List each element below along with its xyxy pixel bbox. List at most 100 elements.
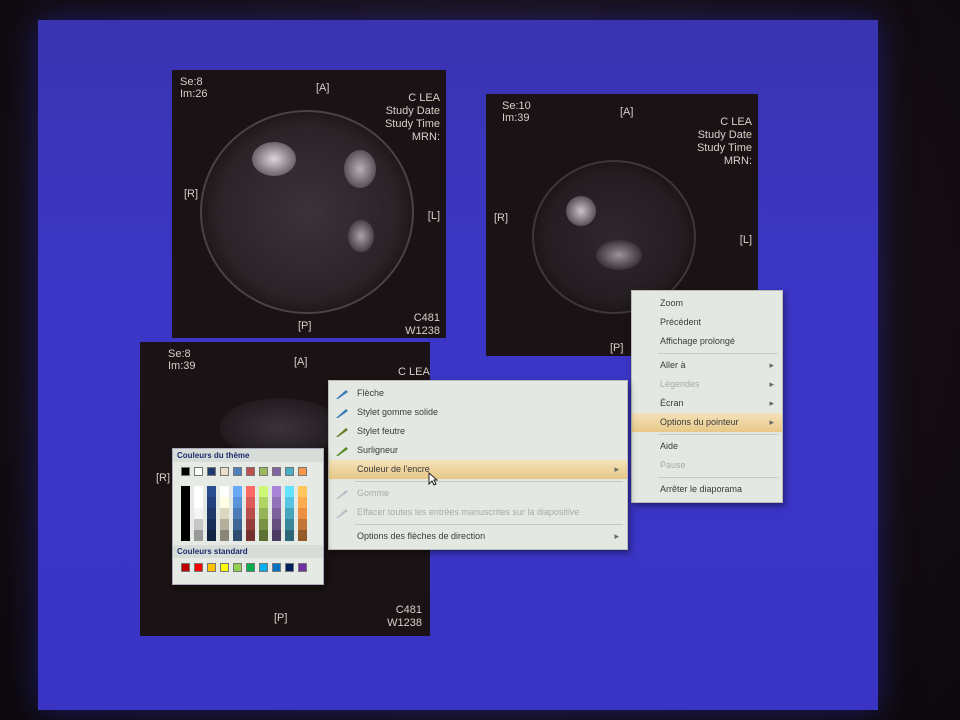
color-swatch[interactable] (246, 530, 255, 541)
menu-item-aide[interactable]: Aide (632, 437, 782, 456)
color-swatch[interactable] (259, 467, 268, 476)
color-swatch[interactable] (181, 519, 190, 530)
color-swatch[interactable] (246, 563, 255, 572)
color-swatch[interactable] (220, 497, 229, 508)
menu-item-fleche[interactable]: Flèche (329, 384, 627, 403)
color-swatch[interactable] (194, 486, 203, 497)
color-swatch[interactable] (207, 497, 216, 508)
color-swatch[interactable] (272, 486, 281, 497)
image-label: Im:39 (502, 112, 530, 124)
color-swatch[interactable] (298, 486, 307, 497)
menu-item-surligneur[interactable]: Surligneur (329, 441, 627, 460)
color-swatch[interactable] (233, 519, 242, 530)
color-swatch[interactable] (259, 508, 268, 519)
pointer-options-submenu: Flèche Stylet gomme solide Stylet feutre Su… (328, 380, 628, 550)
color-swatch[interactable] (181, 563, 190, 572)
color-swatch[interactable] (194, 563, 203, 572)
color-swatch[interactable] (246, 519, 255, 530)
menu-item-options-du-pointeur[interactable]: Options du pointeur ▸ (632, 413, 782, 432)
color-swatch[interactable] (285, 530, 294, 541)
color-swatch[interactable] (272, 497, 281, 508)
color-swatch[interactable] (285, 519, 294, 530)
color-swatch[interactable] (259, 486, 268, 497)
color-swatch[interactable] (207, 563, 216, 572)
menu-item-effacer-toutes-les-entrees-manuscrites-s: Effacer toutes les entrées manuscrites s… (329, 503, 627, 522)
color-swatch[interactable] (233, 563, 242, 572)
menu-item-zoom[interactable]: Zoom (632, 294, 782, 313)
color-swatch[interactable] (259, 563, 268, 572)
menu-item-precedent[interactable]: Précédent (632, 313, 782, 332)
menu-item-arreter-le-diaporama[interactable]: Arrêter le diaporama (632, 480, 782, 499)
highlighter-icon (335, 445, 349, 456)
color-swatch[interactable] (181, 508, 190, 519)
color-swatch[interactable] (233, 530, 242, 541)
menu-item-aller-a[interactable]: Aller à ▸ (632, 356, 782, 375)
color-swatch[interactable] (207, 467, 216, 476)
color-swatch[interactable] (285, 486, 294, 497)
menu-item-label: Options des flèches de direction (357, 531, 486, 541)
color-swatch[interactable] (233, 497, 242, 508)
color-swatch[interactable] (194, 508, 203, 519)
standard-colors-title: Couleurs standard (173, 545, 323, 558)
color-swatch[interactable] (181, 497, 190, 508)
color-swatch[interactable] (285, 467, 294, 476)
color-swatch[interactable] (246, 486, 255, 497)
color-swatch[interactable] (298, 467, 307, 476)
color-swatch[interactable] (233, 508, 242, 519)
menu-item-stylet-gomme-solide[interactable]: Stylet gomme solide (329, 403, 627, 422)
color-swatch[interactable] (194, 467, 203, 476)
menu-item-ecran[interactable]: Écran ▸ (632, 394, 782, 413)
color-swatch[interactable] (285, 497, 294, 508)
color-swatch[interactable] (233, 467, 242, 476)
color-swatch[interactable] (181, 467, 190, 476)
color-swatch[interactable] (220, 519, 229, 530)
menu-item-options-des-fleches-de-direction[interactable]: Options des flèches de direction ▸ (329, 527, 627, 546)
color-swatch[interactable] (272, 519, 281, 530)
menu-item-couleur-de-l-encre[interactable]: Couleur de l'encre ▸ (329, 460, 627, 479)
color-swatch[interactable] (272, 530, 281, 541)
color-swatch[interactable] (246, 467, 255, 476)
color-swatch[interactable] (233, 486, 242, 497)
color-swatch[interactable] (207, 486, 216, 497)
color-swatch[interactable] (181, 486, 190, 497)
color-swatch[interactable] (246, 508, 255, 519)
color-swatch[interactable] (220, 563, 229, 572)
window-level: C481 W1238 (405, 312, 440, 337)
menu-item-gomme: Gomme (329, 484, 627, 503)
color-swatch[interactable] (207, 519, 216, 530)
menu-item-label: Effacer toutes les entrées manuscrites s… (357, 507, 580, 517)
color-swatch[interactable] (194, 530, 203, 541)
color-swatch[interactable] (298, 530, 307, 541)
posterior-marker: [P] (274, 612, 288, 624)
submenu-arrow-icon: ▸ (614, 464, 619, 474)
color-swatch[interactable] (220, 486, 229, 497)
color-swatch[interactable] (220, 530, 229, 541)
menu-item-label: Écran (660, 398, 684, 408)
color-swatch[interactable] (207, 508, 216, 519)
color-swatch[interactable] (285, 508, 294, 519)
color-swatch[interactable] (259, 497, 268, 508)
color-swatch[interactable] (272, 508, 281, 519)
color-swatch[interactable] (207, 530, 216, 541)
color-swatch[interactable] (220, 467, 229, 476)
color-swatch[interactable] (220, 508, 229, 519)
color-swatch[interactable] (194, 519, 203, 530)
color-swatch[interactable] (298, 497, 307, 508)
color-swatch[interactable] (181, 530, 190, 541)
color-swatch[interactable] (194, 497, 203, 508)
slideshow-context-menu: Zoom Précédent Affichage prolongé Aller à ▸ L… (631, 290, 783, 503)
arrow-icon (335, 388, 349, 399)
color-swatch[interactable] (272, 467, 281, 476)
color-swatch[interactable] (272, 563, 281, 572)
color-swatch[interactable] (259, 519, 268, 530)
color-swatch[interactable] (298, 563, 307, 572)
color-swatch[interactable] (285, 563, 294, 572)
left-marker: [L] (739, 234, 752, 246)
menu-item-affichage-prolonge[interactable]: Affichage prolongé (632, 332, 782, 351)
color-swatch[interactable] (259, 530, 268, 541)
color-swatch[interactable] (298, 519, 307, 530)
menu-separator (355, 524, 623, 525)
color-swatch[interactable] (298, 508, 307, 519)
menu-item-stylet-feutre[interactable]: Stylet feutre (329, 422, 627, 441)
color-swatch[interactable] (246, 497, 255, 508)
